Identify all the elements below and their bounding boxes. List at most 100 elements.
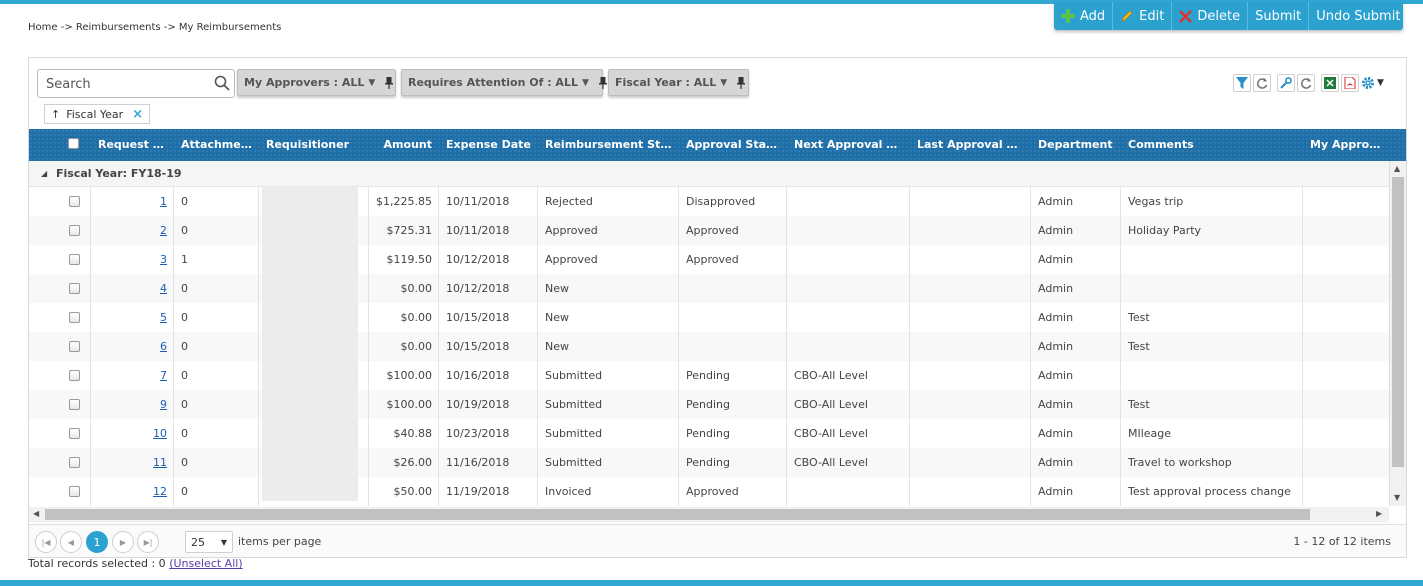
row-checkbox[interactable] — [69, 428, 80, 439]
column-header-next-approval-level[interactable]: Next Approval Le... — [787, 129, 910, 161]
last-page-icon[interactable]: ▶| — [137, 531, 159, 553]
row-checkbox[interactable] — [69, 370, 80, 381]
row-checkbox[interactable] — [69, 225, 80, 236]
request-number-link[interactable]: 10 — [153, 427, 167, 440]
page-size-select[interactable]: 25 ▼ — [185, 531, 233, 553]
cell-last-level — [910, 303, 1031, 332]
table-row[interactable]: 11 0 $26.00 11/16/2018 Submitted Pending CBO-A… — [29, 448, 1389, 477]
table-row[interactable]: 7 0 $100.00 10/16/2018 Submitted Pending CBO-A… — [29, 361, 1389, 390]
filter-requires-attention[interactable]: Requires Attention Of : ALL ▼ — [401, 69, 607, 96]
edit-button[interactable]: Edit — [1113, 2, 1173, 30]
column-header-department[interactable]: Department — [1031, 129, 1121, 161]
page-number-button[interactable]: 1 — [86, 531, 108, 553]
table-row[interactable]: 5 0 $0.00 10/15/2018 New Admin Test — [29, 303, 1389, 332]
request-number-link[interactable]: 3 — [160, 253, 167, 266]
cell-comments: Test — [1128, 311, 1150, 324]
row-checkbox[interactable] — [69, 196, 80, 207]
request-number-link[interactable]: 6 — [160, 340, 167, 353]
pin-icon[interactable] — [737, 76, 746, 89]
column-divider — [786, 187, 787, 506]
scroll-up-icon[interactable]: ▲ — [1394, 164, 1400, 173]
table-row[interactable]: 3 1 $119.50 10/12/2018 Approved Approved Admin — [29, 245, 1389, 274]
cell-request: 9 — [91, 390, 174, 419]
table-row[interactable]: 4 0 $0.00 10/12/2018 New Admin — [29, 274, 1389, 303]
pdf-icon[interactable] — [1341, 74, 1359, 92]
cell-next-level — [787, 274, 910, 303]
previous-page-icon[interactable]: ◀ — [60, 531, 82, 553]
search-icon[interactable] — [214, 75, 230, 91]
row-checkbox[interactable] — [69, 283, 80, 294]
refresh-icon[interactable] — [1297, 74, 1315, 92]
cell-department: Admin — [1038, 224, 1074, 237]
add-button[interactable]: Add — [1054, 2, 1114, 30]
scroll-right-icon[interactable]: ▶ — [1376, 509, 1382, 518]
gear-icon[interactable]: ▼ — [1361, 74, 1384, 92]
next-page-icon[interactable]: ▶ — [112, 531, 134, 553]
select-all-checkbox[interactable] — [68, 138, 79, 149]
cell-my-approvers — [1303, 303, 1389, 332]
row-checkbox[interactable] — [69, 341, 80, 352]
delete-button[interactable]: Delete — [1172, 2, 1249, 30]
wrench-icon[interactable] — [1277, 74, 1295, 92]
column-header-comments[interactable]: Comments — [1121, 129, 1303, 161]
table-row[interactable]: 1 0 $1,225.85 10/11/2018 Rejected Disapproved… — [29, 187, 1389, 216]
request-number-link[interactable]: 5 — [160, 311, 167, 324]
excel-icon[interactable] — [1321, 74, 1339, 92]
scroll-left-icon[interactable]: ◀ — [33, 509, 39, 518]
row-checkbox[interactable] — [69, 312, 80, 323]
remove-group-icon[interactable]: × — [132, 107, 143, 122]
column-header-request[interactable]: Request N... — [91, 129, 174, 161]
undo-submit-button[interactable]: Undo Submit — [1309, 2, 1407, 30]
table-row[interactable]: 10 0 $40.88 10/23/2018 Submitted Pending CBO-A… — [29, 419, 1389, 448]
cell-my-approvers — [1303, 361, 1389, 390]
column-header-approval-status[interactable]: Approval Status — [679, 129, 787, 161]
cell-date: 10/16/2018 — [446, 369, 510, 382]
column-header-last-approval-level[interactable]: Last Approval Le... — [910, 129, 1031, 161]
column-header-reimbursement-status[interactable]: Reimbursement Stat... — [538, 129, 679, 161]
table-row[interactable]: 2 0 $725.31 10/11/2018 Approved Approved Admin… — [29, 216, 1389, 245]
filter-icon[interactable] — [1233, 74, 1251, 92]
request-number-link[interactable]: 11 — [153, 456, 167, 469]
group-row[interactable]: ◢ Fiscal Year: FY18-19 — [29, 161, 1389, 187]
row-checkbox[interactable] — [69, 486, 80, 497]
filter-my-approvers-label: My Approvers : ALL — [244, 76, 365, 89]
filter-fiscal-year[interactable]: Fiscal Year : ALL ▼ — [608, 69, 749, 96]
table-row[interactable]: 6 0 $0.00 10/15/2018 New Admin Test — [29, 332, 1389, 361]
table-row[interactable]: 12 0 $50.00 11/19/2018 Invoiced Approved Admin… — [29, 477, 1389, 506]
request-number-link[interactable]: 9 — [160, 398, 167, 411]
horizontal-scroll-thumb[interactable] — [45, 509, 1310, 520]
cell-comments: Travel to workshop — [1128, 456, 1232, 469]
request-number-link[interactable]: 7 — [160, 369, 167, 382]
cell-attachments: 0 — [181, 282, 188, 295]
request-number-link[interactable]: 2 — [160, 224, 167, 237]
row-checkbox[interactable] — [69, 254, 80, 265]
filter-my-approvers[interactable]: My Approvers : ALL ▼ — [237, 69, 396, 96]
scroll-down-icon[interactable]: ▼ — [1394, 493, 1400, 502]
first-page-icon[interactable]: |◀ — [35, 531, 57, 553]
table-row[interactable]: 9 0 $100.00 10/19/2018 Submitted Pending CBO-A… — [29, 390, 1389, 419]
group-by-chip[interactable]: ↑ Fiscal Year × — [44, 104, 151, 124]
pin-icon[interactable] — [598, 76, 607, 89]
cell-date: 11/16/2018 — [446, 456, 510, 469]
vertical-scrollbar[interactable]: ▲ ▼ — [1389, 161, 1406, 506]
column-divider — [438, 187, 439, 506]
submit-button[interactable]: Submit — [1248, 2, 1310, 30]
request-number-link[interactable]: 4 — [160, 282, 167, 295]
cell-attachments: 1 — [181, 253, 188, 266]
search-input[interactable] — [44, 74, 213, 94]
horizontal-scrollbar[interactable]: ◀ ▶ — [29, 507, 1389, 522]
vertical-scroll-thumb[interactable] — [1392, 177, 1404, 467]
row-checkbox[interactable] — [69, 457, 80, 468]
column-header-attachments[interactable]: Attachme... — [174, 129, 259, 161]
row-checkbox[interactable] — [69, 399, 80, 410]
column-header-my-approvers[interactable]: My Approvers — [1303, 129, 1389, 161]
pin-icon[interactable] — [385, 76, 394, 89]
column-header-amount[interactable]: Amount — [369, 129, 439, 161]
request-number-link[interactable]: 12 — [153, 485, 167, 498]
unselect-all-link[interactable]: (Unselect All) — [169, 557, 242, 570]
collapse-triangle-icon[interactable]: ◢ — [41, 161, 47, 187]
column-header-expense-date[interactable]: Expense Date — [439, 129, 538, 161]
column-header-requisitioner[interactable]: Requisitioner — [259, 129, 369, 161]
refresh-icon[interactable] — [1253, 74, 1271, 92]
request-number-link[interactable]: 1 — [160, 195, 167, 208]
